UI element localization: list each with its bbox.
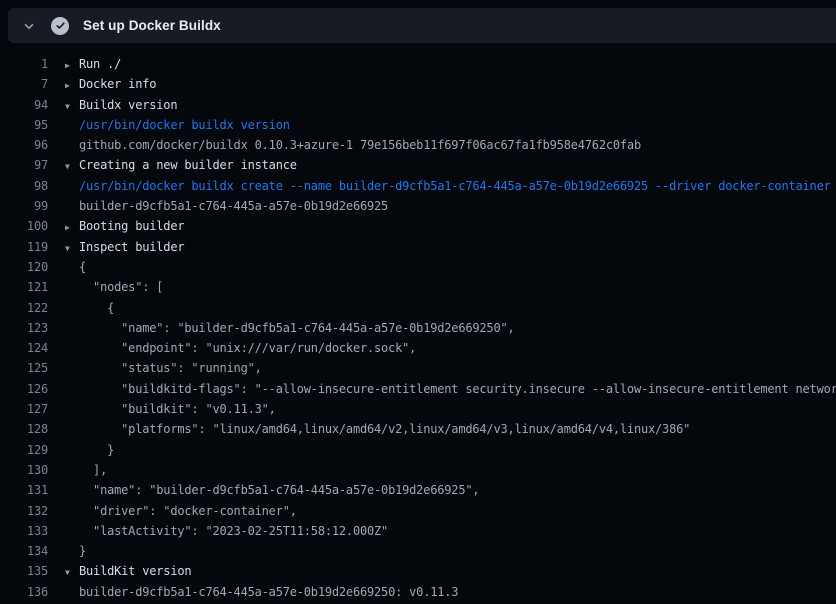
log-text: BuildKit version — [79, 561, 836, 581]
line-number-link[interactable]: 124 — [0, 338, 48, 358]
log-text: Run ./ — [79, 54, 836, 74]
log-line: 122 { — [0, 298, 836, 318]
line-number-link[interactable]: 122 — [0, 298, 48, 318]
line-number-link[interactable]: 123 — [0, 318, 48, 338]
triangle-down-icon[interactable]: ▼ — [65, 97, 79, 115]
log-text: { — [79, 298, 836, 318]
line-number-link[interactable]: 94 — [0, 95, 48, 115]
log-group-row[interactable]: 135 ▼BuildKit version — [0, 561, 836, 581]
log-line: 130 ], — [0, 460, 836, 480]
line-number-link[interactable]: 125 — [0, 358, 48, 378]
line-number-link[interactable]: 95 — [0, 115, 48, 135]
log-text: /usr/bin/docker buildx create --name bui… — [79, 176, 836, 196]
log-line: 125 "status": "running", — [0, 358, 836, 378]
log-line: 120 { — [0, 257, 836, 277]
log-text: github.com/docker/buildx 0.10.3+azure-1 … — [79, 135, 836, 155]
triangle-down-icon[interactable]: ▼ — [65, 239, 79, 257]
check-circle-icon — [51, 17, 69, 35]
log-text: Creating a new builder instance — [79, 155, 836, 175]
log-group-row[interactable]: 119 ▼Inspect builder — [0, 237, 836, 257]
line-number-link[interactable]: 121 — [0, 277, 48, 297]
log-text: "driver": "docker-container", — [79, 501, 836, 521]
step-title: Set up Docker Buildx — [83, 18, 221, 33]
log-lines: 1▶Run ./7▶Docker info94▼Buildx version95… — [0, 54, 836, 602]
log-text: "endpoint": "unix:///var/run/docker.sock… — [79, 338, 836, 358]
log-text: "name": "builder-d9cfb5a1-c764-445a-a57e… — [79, 480, 836, 500]
line-number-link[interactable]: 131 — [0, 480, 48, 500]
log-text: } — [79, 440, 836, 460]
line-number-link[interactable]: 136 — [0, 582, 48, 602]
log-line: 95/usr/bin/docker buildx version — [0, 115, 836, 135]
line-number-link[interactable]: 1 — [0, 54, 48, 74]
log-text: "name": "builder-d9cfb5a1-c764-445a-a57e… — [79, 318, 836, 338]
line-number-link[interactable]: 129 — [0, 440, 48, 460]
log-group-row[interactable]: 1 ▶Run ./ — [0, 54, 836, 74]
log-text: "platforms": "linux/amd64,linux/amd64/v2… — [79, 419, 836, 439]
line-number-link[interactable]: 98 — [0, 176, 48, 196]
line-number-link[interactable]: 120 — [0, 257, 48, 277]
log-line: 121 "nodes": [ — [0, 277, 836, 297]
line-number-link[interactable]: 135 — [0, 561, 48, 581]
log-line: 127 "buildkit": "v0.11.3", — [0, 399, 836, 419]
log-line: 133 "lastActivity": "2023-02-25T11:58:12… — [0, 521, 836, 541]
log-text: { — [79, 257, 836, 277]
log-text: builder-d9cfb5a1-c764-445a-a57e-0b19d2e6… — [79, 582, 836, 602]
log-line: 99 builder-d9cfb5a1-c764-445a-a57e-0b19d2… — [0, 196, 836, 216]
chevron-down-icon[interactable] — [21, 18, 37, 34]
log-line: 124 "endpoint": "unix:///var/run/docker.… — [0, 338, 836, 358]
log-line: 126 "buildkitd-flags": "--allow-insecure… — [0, 379, 836, 399]
line-number-link[interactable]: 128 — [0, 419, 48, 439]
line-number-link[interactable]: 99 — [0, 196, 48, 216]
log-text: "buildkit": "v0.11.3", — [79, 399, 836, 419]
line-number-link[interactable]: 133 — [0, 521, 48, 541]
log-text: Booting builder — [79, 216, 836, 236]
triangle-down-icon[interactable]: ▼ — [65, 563, 79, 581]
line-number-link[interactable]: 96 — [0, 135, 48, 155]
log-group-row[interactable]: 97 ▼Creating a new builder instance — [0, 155, 836, 175]
log-text: "lastActivity": "2023-02-25T11:58:12.000… — [79, 521, 836, 541]
log-group-row[interactable]: 7 ▶Docker info — [0, 74, 836, 94]
log-text: "nodes": [ — [79, 277, 836, 297]
log-text: Buildx version — [79, 95, 836, 115]
log-text: } — [79, 541, 836, 561]
log-line: 129 } — [0, 440, 836, 460]
triangle-right-icon[interactable]: ▶ — [65, 76, 79, 94]
log-group-row[interactable]: 100 ▶Booting builder — [0, 216, 836, 236]
line-number-link[interactable]: 130 — [0, 460, 48, 480]
log-line: 136 builder-d9cfb5a1-c764-445a-a57e-0b19d… — [0, 582, 836, 602]
line-number-link[interactable]: 132 — [0, 501, 48, 521]
log-text: Inspect builder — [79, 237, 836, 257]
log-line: 96 github.com/docker/buildx 0.10.3+azure-… — [0, 135, 836, 155]
log-line: 123 "name": "builder-d9cfb5a1-c764-445a-… — [0, 318, 836, 338]
log-line: 131 "name": "builder-d9cfb5a1-c764-445a-… — [0, 480, 836, 500]
line-number-link[interactable]: 119 — [0, 237, 48, 257]
line-number-link[interactable]: 97 — [0, 155, 48, 175]
line-number-link[interactable]: 127 — [0, 399, 48, 419]
log-text: Docker info — [79, 74, 836, 94]
line-number-link[interactable]: 134 — [0, 541, 48, 561]
log-viewer: 1▶Run ./7▶Docker info94▼Buildx version95… — [0, 44, 836, 604]
log-line: 132 "driver": "docker-container", — [0, 501, 836, 521]
log-text: "buildkitd-flags": "--allow-insecure-ent… — [79, 379, 836, 399]
line-number-link[interactable]: 100 — [0, 216, 48, 236]
log-line: 134} — [0, 541, 836, 561]
triangle-right-icon[interactable]: ▶ — [65, 56, 79, 74]
line-number-link[interactable]: 7 — [0, 74, 48, 94]
log-text: ], — [79, 460, 836, 480]
log-text: builder-d9cfb5a1-c764-445a-a57e-0b19d2e6… — [79, 196, 836, 216]
log-line: 128 "platforms": "linux/amd64,linux/amd6… — [0, 419, 836, 439]
log-line: 98/usr/bin/docker buildx create --name b… — [0, 176, 836, 196]
step-header[interactable]: Set up Docker Buildx — [8, 8, 836, 43]
log-text: "status": "running", — [79, 358, 836, 378]
log-group-row[interactable]: 94 ▼Buildx version — [0, 95, 836, 115]
line-number-link[interactable]: 126 — [0, 379, 48, 399]
triangle-right-icon[interactable]: ▶ — [65, 218, 79, 236]
triangle-down-icon[interactable]: ▼ — [65, 157, 79, 175]
log-text: /usr/bin/docker buildx version — [79, 115, 836, 135]
